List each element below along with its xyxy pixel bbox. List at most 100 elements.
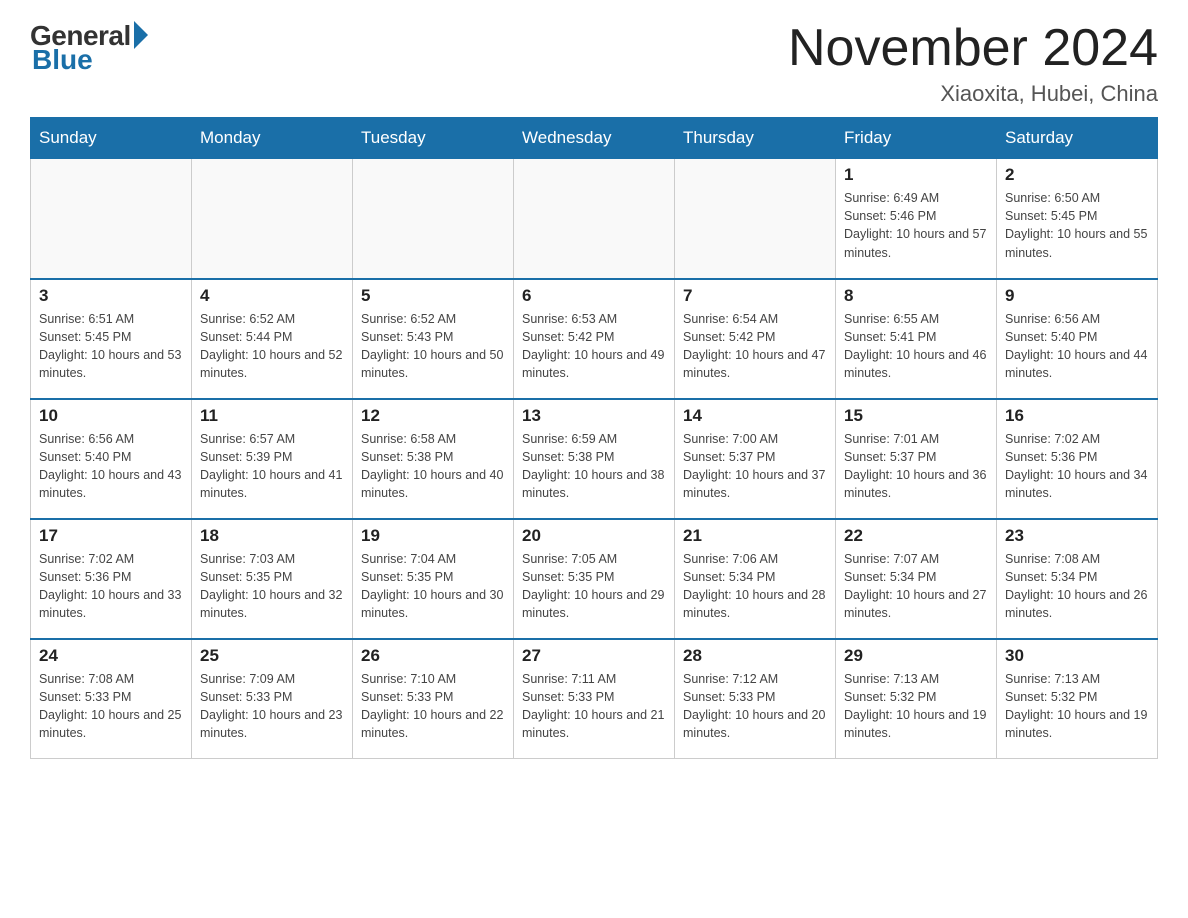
- day-number: 16: [1005, 406, 1149, 426]
- day-info: Sunrise: 6:54 AM Sunset: 5:42 PM Dayligh…: [683, 310, 827, 383]
- day-number: 29: [844, 646, 988, 666]
- calendar-cell: 10 Sunrise: 6:56 AM Sunset: 5:40 PM Dayli…: [31, 399, 192, 519]
- day-info: Sunrise: 7:13 AM Sunset: 5:32 PM Dayligh…: [844, 670, 988, 743]
- calendar-header-row: SundayMondayTuesdayWednesdayThursdayFrid…: [31, 118, 1158, 159]
- day-number: 17: [39, 526, 183, 546]
- calendar-cell: 3 Sunrise: 6:51 AM Sunset: 5:45 PM Daylig…: [31, 279, 192, 399]
- calendar-week-row: 1Sunrise: 6:49 AM Sunset: 5:46 PM Daylig…: [31, 159, 1158, 279]
- day-number: 12: [361, 406, 505, 426]
- calendar-cell: 7 Sunrise: 6:54 AM Sunset: 5:42 PM Daylig…: [675, 279, 836, 399]
- day-info: Sunrise: 6:52 AM Sunset: 5:43 PM Dayligh…: [361, 310, 505, 383]
- day-number: 28: [683, 646, 827, 666]
- day-number: 23: [1005, 526, 1149, 546]
- month-title: November 2024: [788, 20, 1158, 77]
- calendar-header-thursday: Thursday: [675, 118, 836, 159]
- day-number: 6: [522, 286, 666, 306]
- day-info: Sunrise: 7:11 AM Sunset: 5:33 PM Dayligh…: [522, 670, 666, 743]
- logo-triangle-icon: [134, 21, 148, 49]
- day-number: 21: [683, 526, 827, 546]
- day-number: 27: [522, 646, 666, 666]
- calendar-cell: 20Sunrise: 7:05 AM Sunset: 5:35 PM Dayli…: [514, 519, 675, 639]
- day-info: Sunrise: 7:07 AM Sunset: 5:34 PM Dayligh…: [844, 550, 988, 623]
- day-number: 10: [39, 406, 183, 426]
- day-number: 9: [1005, 286, 1149, 306]
- calendar-cell: [31, 159, 192, 279]
- day-info: Sunrise: 6:59 AM Sunset: 5:38 PM Dayligh…: [522, 430, 666, 503]
- logo-blue-text: Blue: [32, 44, 93, 76]
- calendar-cell: 21 Sunrise: 7:06 AM Sunset: 5:34 PM Dayli…: [675, 519, 836, 639]
- day-info: Sunrise: 7:08 AM Sunset: 5:33 PM Dayligh…: [39, 670, 183, 743]
- day-info: Sunrise: 6:57 AM Sunset: 5:39 PM Dayligh…: [200, 430, 344, 503]
- day-info: Sunrise: 7:10 AM Sunset: 5:33 PM Dayligh…: [361, 670, 505, 743]
- day-number: 1: [844, 165, 988, 185]
- day-number: 14: [683, 406, 827, 426]
- calendar-cell: 15Sunrise: 7:01 AM Sunset: 5:37 PM Dayli…: [836, 399, 997, 519]
- calendar-header-wednesday: Wednesday: [514, 118, 675, 159]
- calendar-cell: 24 Sunrise: 7:08 AM Sunset: 5:33 PM Dayli…: [31, 639, 192, 759]
- page-header: General Blue November 2024 Xiaoxita, Hub…: [30, 20, 1158, 107]
- calendar-cell: 8Sunrise: 6:55 AM Sunset: 5:41 PM Daylig…: [836, 279, 997, 399]
- day-info: Sunrise: 7:03 AM Sunset: 5:35 PM Dayligh…: [200, 550, 344, 623]
- day-number: 25: [200, 646, 344, 666]
- calendar-cell: 22 Sunrise: 7:07 AM Sunset: 5:34 PM Dayli…: [836, 519, 997, 639]
- day-number: 20: [522, 526, 666, 546]
- day-info: Sunrise: 7:12 AM Sunset: 5:33 PM Dayligh…: [683, 670, 827, 743]
- day-number: 24: [39, 646, 183, 666]
- calendar-cell: [514, 159, 675, 279]
- day-number: 2: [1005, 165, 1149, 185]
- day-info: Sunrise: 6:51 AM Sunset: 5:45 PM Dayligh…: [39, 310, 183, 383]
- day-info: Sunrise: 7:06 AM Sunset: 5:34 PM Dayligh…: [683, 550, 827, 623]
- calendar-header-tuesday: Tuesday: [353, 118, 514, 159]
- calendar-header-saturday: Saturday: [997, 118, 1158, 159]
- day-info: Sunrise: 6:56 AM Sunset: 5:40 PM Dayligh…: [39, 430, 183, 503]
- calendar-cell: [675, 159, 836, 279]
- calendar-cell: 18 Sunrise: 7:03 AM Sunset: 5:35 PM Dayli…: [192, 519, 353, 639]
- day-number: 3: [39, 286, 183, 306]
- calendar-week-row: 3 Sunrise: 6:51 AM Sunset: 5:45 PM Daylig…: [31, 279, 1158, 399]
- calendar-cell: [192, 159, 353, 279]
- calendar-cell: 9 Sunrise: 6:56 AM Sunset: 5:40 PM Daylig…: [997, 279, 1158, 399]
- calendar-cell: 16 Sunrise: 7:02 AM Sunset: 5:36 PM Dayli…: [997, 399, 1158, 519]
- calendar-cell: 29 Sunrise: 7:13 AM Sunset: 5:32 PM Dayli…: [836, 639, 997, 759]
- day-number: 19: [361, 526, 505, 546]
- calendar-cell: 28 Sunrise: 7:12 AM Sunset: 5:33 PM Dayli…: [675, 639, 836, 759]
- day-info: Sunrise: 6:53 AM Sunset: 5:42 PM Dayligh…: [522, 310, 666, 383]
- calendar-week-row: 24 Sunrise: 7:08 AM Sunset: 5:33 PM Dayli…: [31, 639, 1158, 759]
- day-info: Sunrise: 6:56 AM Sunset: 5:40 PM Dayligh…: [1005, 310, 1149, 383]
- calendar-cell: 30 Sunrise: 7:13 AM Sunset: 5:32 PM Dayli…: [997, 639, 1158, 759]
- day-number: 18: [200, 526, 344, 546]
- day-info: Sunrise: 7:02 AM Sunset: 5:36 PM Dayligh…: [1005, 430, 1149, 503]
- day-info: Sunrise: 6:55 AM Sunset: 5:41 PM Dayligh…: [844, 310, 988, 383]
- calendar-cell: 4Sunrise: 6:52 AM Sunset: 5:44 PM Daylig…: [192, 279, 353, 399]
- calendar-table: SundayMondayTuesdayWednesdayThursdayFrid…: [30, 117, 1158, 759]
- calendar-cell: 17 Sunrise: 7:02 AM Sunset: 5:36 PM Dayli…: [31, 519, 192, 639]
- calendar-cell: 1Sunrise: 6:49 AM Sunset: 5:46 PM Daylig…: [836, 159, 997, 279]
- calendar-cell: 2Sunrise: 6:50 AM Sunset: 5:45 PM Daylig…: [997, 159, 1158, 279]
- logo: General Blue: [30, 20, 148, 76]
- location-text: Xiaoxita, Hubei, China: [788, 81, 1158, 107]
- day-info: Sunrise: 6:52 AM Sunset: 5:44 PM Dayligh…: [200, 310, 344, 383]
- title-block: November 2024 Xiaoxita, Hubei, China: [788, 20, 1158, 107]
- calendar-cell: 27 Sunrise: 7:11 AM Sunset: 5:33 PM Dayli…: [514, 639, 675, 759]
- calendar-header-friday: Friday: [836, 118, 997, 159]
- day-number: 30: [1005, 646, 1149, 666]
- day-number: 7: [683, 286, 827, 306]
- calendar-cell: 25 Sunrise: 7:09 AM Sunset: 5:33 PM Dayli…: [192, 639, 353, 759]
- calendar-week-row: 17 Sunrise: 7:02 AM Sunset: 5:36 PM Dayli…: [31, 519, 1158, 639]
- day-info: Sunrise: 7:01 AM Sunset: 5:37 PM Dayligh…: [844, 430, 988, 503]
- day-number: 11: [200, 406, 344, 426]
- calendar-header-monday: Monday: [192, 118, 353, 159]
- day-number: 22: [844, 526, 988, 546]
- calendar-cell: 19Sunrise: 7:04 AM Sunset: 5:35 PM Dayli…: [353, 519, 514, 639]
- calendar-cell: 26 Sunrise: 7:10 AM Sunset: 5:33 PM Dayli…: [353, 639, 514, 759]
- calendar-cell: 23Sunrise: 7:08 AM Sunset: 5:34 PM Dayli…: [997, 519, 1158, 639]
- day-number: 26: [361, 646, 505, 666]
- day-info: Sunrise: 7:13 AM Sunset: 5:32 PM Dayligh…: [1005, 670, 1149, 743]
- calendar-cell: 5 Sunrise: 6:52 AM Sunset: 5:43 PM Daylig…: [353, 279, 514, 399]
- day-info: Sunrise: 7:02 AM Sunset: 5:36 PM Dayligh…: [39, 550, 183, 623]
- calendar-cell: 11 Sunrise: 6:57 AM Sunset: 5:39 PM Dayli…: [192, 399, 353, 519]
- day-number: 5: [361, 286, 505, 306]
- day-info: Sunrise: 7:09 AM Sunset: 5:33 PM Dayligh…: [200, 670, 344, 743]
- day-info: Sunrise: 6:58 AM Sunset: 5:38 PM Dayligh…: [361, 430, 505, 503]
- day-number: 13: [522, 406, 666, 426]
